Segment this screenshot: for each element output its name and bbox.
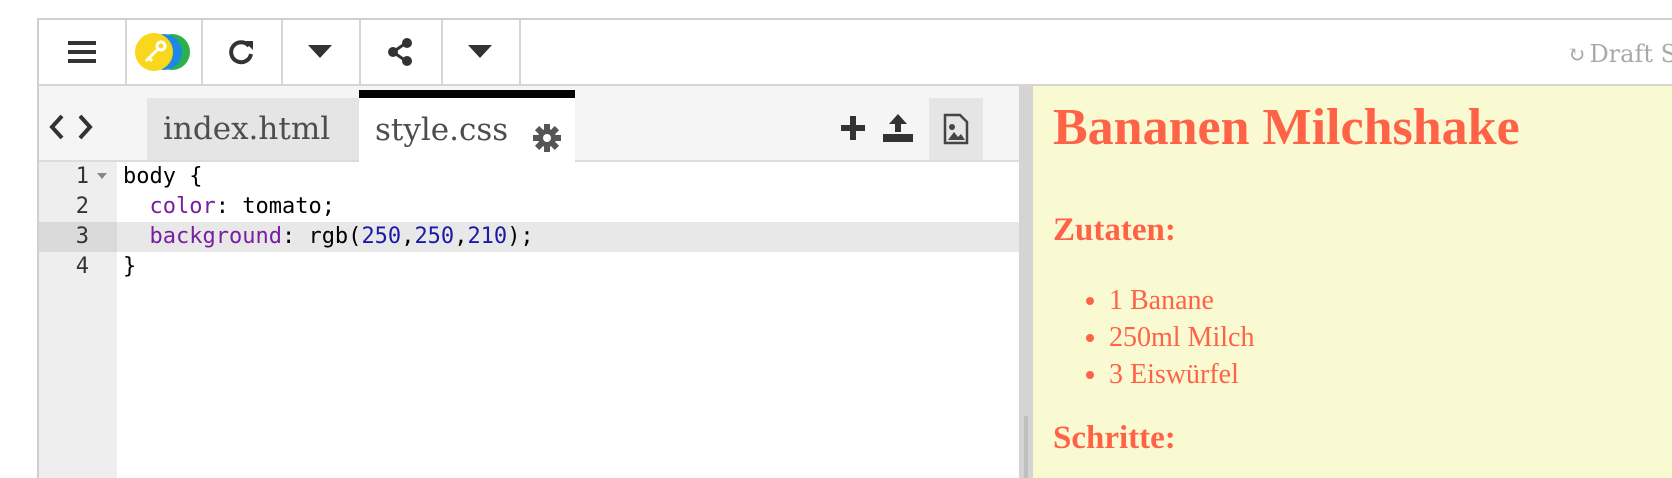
image-assets-button[interactable]: [929, 98, 983, 160]
menu-button[interactable]: [39, 20, 127, 84]
tab-actions: [841, 114, 913, 142]
splitter-grip[interactable]: [1024, 416, 1028, 478]
tab-nav-arrows: [49, 114, 93, 140]
line-number-gutter: 1 2 3 4: [39, 162, 117, 478]
line-number: 1: [75, 164, 89, 189]
code-number: 210: [467, 224, 508, 249]
share-icon: [388, 38, 412, 66]
code-token: : tomato;: [215, 194, 335, 219]
plus-icon[interactable]: [841, 116, 865, 140]
draft-status-label: Draft S: [1589, 40, 1672, 68]
chevron-down-icon: [468, 45, 492, 58]
list-item: 3 Eiswürfel: [1109, 356, 1254, 393]
key-logo-icon: [135, 33, 190, 71]
hamburger-icon: [68, 41, 96, 63]
image-file-icon: [943, 113, 969, 145]
steps-heading: Schritte:: [1053, 420, 1176, 456]
run-options-dropdown[interactable]: [281, 20, 361, 84]
chevron-down-icon: [308, 45, 332, 58]
code-editor-pane: index.html style.css 1 2 3 4 body {colo…: [39, 86, 1019, 478]
list-item: 1 Banane: [1109, 282, 1254, 319]
preview-pane: Bananen Milchshake Zutaten: 1 Banane 250…: [1033, 86, 1672, 478]
ingredients-list: 1 Banane 250ml Milch 3 Eiswürfel: [1089, 282, 1254, 393]
arrow-right-icon[interactable]: [77, 114, 93, 140]
code-line-1: body {: [123, 162, 202, 192]
code-line-4: }: [123, 252, 136, 282]
tab-index-html[interactable]: index.html: [147, 98, 359, 160]
editor-app: ↻ Draft S index.html style.css 1 2 3 4 b…: [37, 18, 1672, 478]
code-token: : rgb(: [281, 224, 362, 249]
line-number: 3: [75, 224, 89, 249]
code-token: body {: [123, 164, 203, 189]
tab-label: style.css: [375, 112, 509, 148]
share-button[interactable]: [359, 20, 443, 84]
code-number: 250: [361, 224, 402, 249]
code-line-3: background: rgb(250,250,210);: [149, 224, 534, 249]
line-number: 2: [75, 194, 89, 219]
code-line-2: color: tomato;: [123, 192, 335, 222]
sync-icon: ↻: [1567, 43, 1586, 68]
refresh-icon: [229, 40, 253, 65]
tab-style-css[interactable]: style.css: [359, 90, 575, 162]
pane-splitter[interactable]: [1019, 86, 1033, 478]
refresh-button[interactable]: [201, 20, 283, 84]
preview-title: Bananen Milchshake: [1053, 99, 1520, 156]
code-text-area[interactable]: body { color: tomato; background: rgb(25…: [117, 162, 1019, 478]
file-tabbar: index.html style.css: [39, 86, 1019, 162]
ingredients-heading: Zutaten:: [1053, 212, 1176, 248]
fold-arrow-icon[interactable]: [97, 173, 107, 179]
draft-status: ↻ Draft S: [1567, 40, 1672, 68]
arrow-left-icon[interactable]: [49, 114, 65, 140]
upload-icon[interactable]: [883, 114, 913, 142]
line-number: 4: [75, 254, 89, 279]
css-property: color: [149, 194, 216, 219]
tab-label: index.html: [163, 111, 331, 147]
code-token: }: [123, 254, 137, 279]
code-number: 250: [414, 224, 455, 249]
logo-button[interactable]: [125, 20, 203, 84]
code-token: );: [507, 224, 534, 249]
top-toolbar: ↻ Draft S: [39, 20, 1672, 86]
list-item: 250ml Milch: [1109, 319, 1254, 356]
gear-icon[interactable]: [533, 124, 561, 152]
share-options-dropdown[interactable]: [441, 20, 521, 84]
css-property: background: [149, 224, 282, 249]
